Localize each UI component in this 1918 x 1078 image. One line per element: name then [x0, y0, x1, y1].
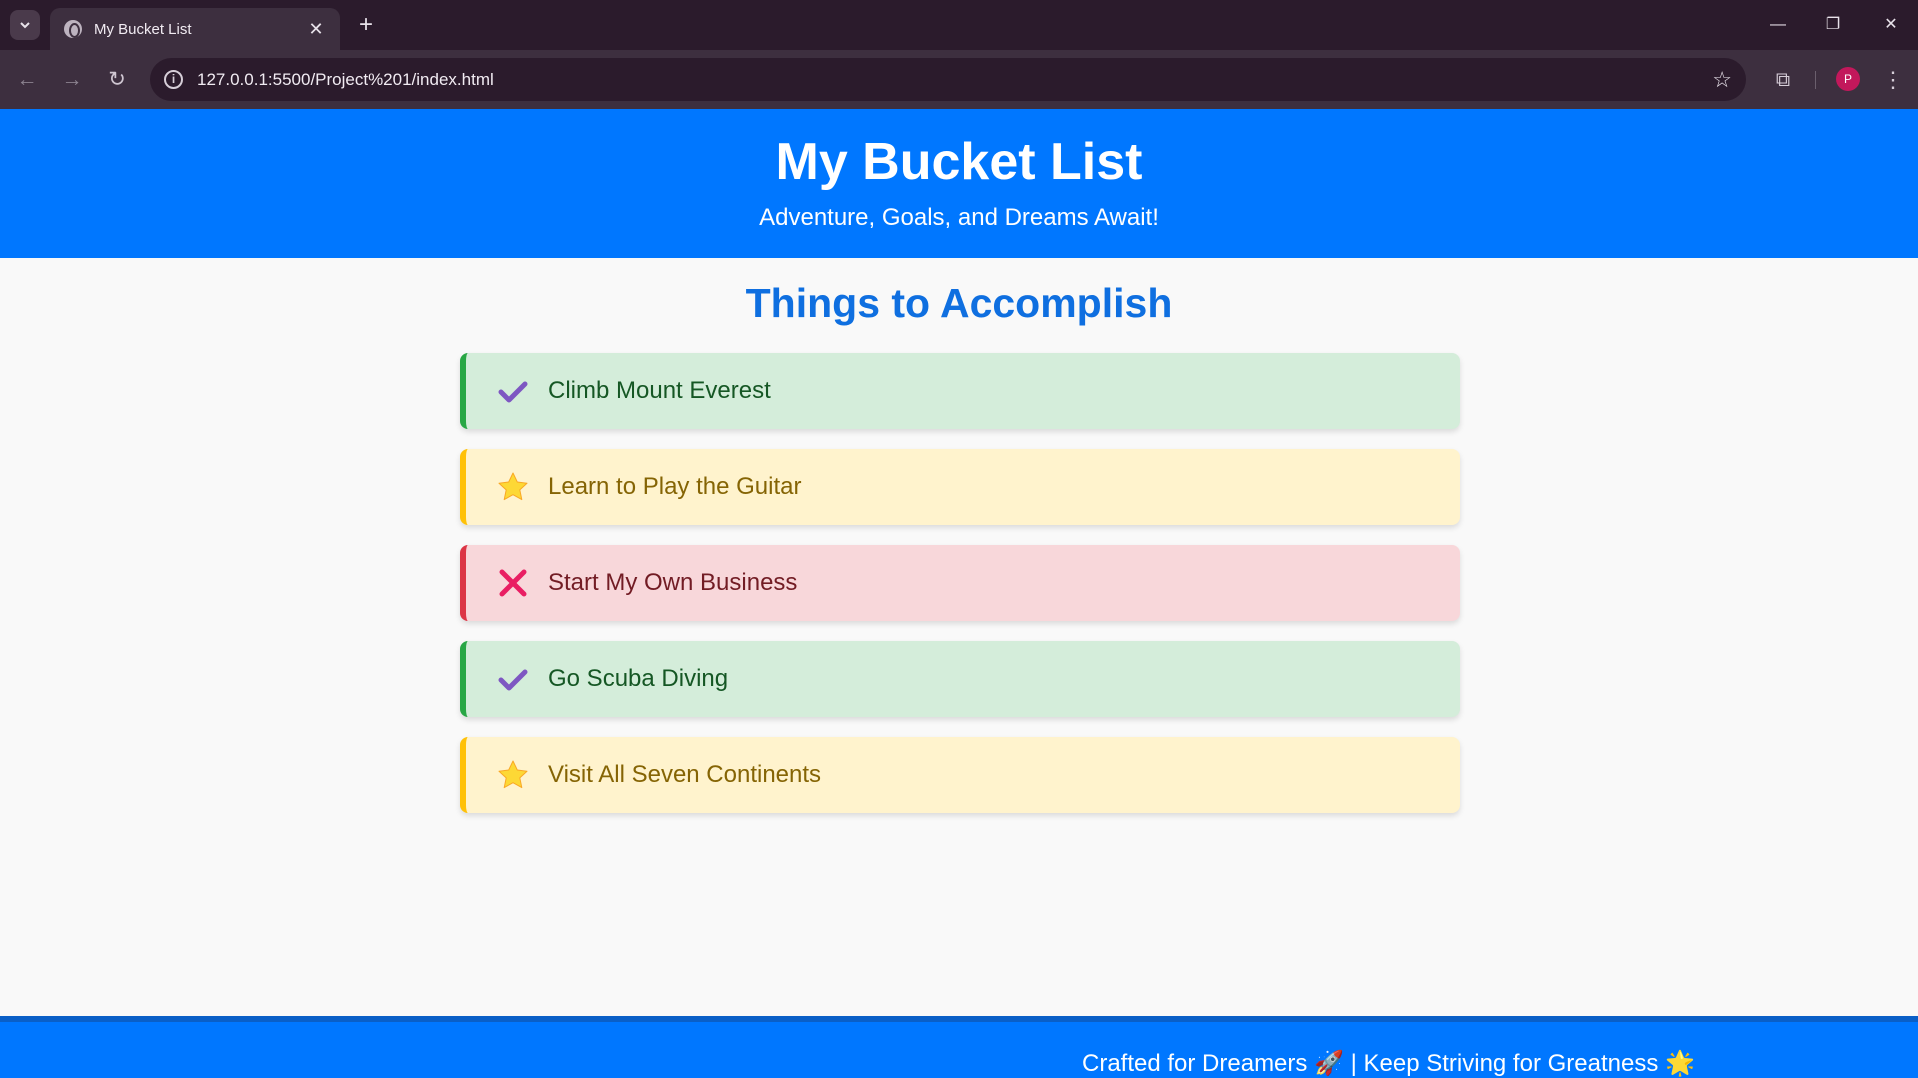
globe-icon — [64, 20, 82, 38]
section-title: Things to Accomplish — [745, 280, 1173, 326]
tab-title: My Bucket List — [94, 20, 192, 38]
window-close-icon[interactable]: ✕ — [1868, 10, 1914, 40]
extensions-puzzle-icon[interactable]: ⧉ — [1766, 63, 1800, 97]
chevron-down-icon — [20, 22, 30, 29]
page-header: My Bucket List Adventure, Goals, and Dre… — [0, 109, 1918, 258]
reload-icon[interactable]: ↻ — [100, 63, 134, 97]
list-item: Go Scuba Diving — [460, 641, 1460, 717]
bookmark-star-icon[interactable]: ☆ — [1712, 67, 1732, 93]
star-icon — [496, 470, 530, 504]
check-icon — [496, 374, 530, 408]
list-item: Visit All Seven Continents — [460, 737, 1460, 813]
list-item-label: Learn to Play the Guitar — [548, 473, 802, 500]
forward-arrow-icon[interactable]: → — [55, 63, 89, 97]
restore-icon[interactable]: ❐ — [1810, 10, 1856, 40]
list-item-label: Go Scuba Diving — [548, 665, 729, 692]
browser-tab[interactable]: My Bucket List ✕ — [50, 8, 340, 50]
list-item: Start My Own Business — [460, 545, 1460, 621]
page-subtitle: Adventure, Goals, and Dreams Await! — [759, 204, 1159, 231]
close-tab-icon[interactable]: ✕ — [306, 19, 326, 40]
profile-avatar[interactable]: P — [1836, 67, 1860, 91]
minimize-icon[interactable]: — — [1755, 10, 1801, 40]
footer-text: Crafted for Dreamers 🚀 | Keep Striving f… — [1082, 1050, 1695, 1077]
url-text[interactable]: 127.0.0.1:5500/Project%201/index.html — [197, 70, 494, 90]
back-arrow-icon[interactable]: ← — [10, 63, 44, 97]
star-icon — [496, 758, 530, 792]
more-menu-icon[interactable]: ⋮ — [1876, 63, 1910, 97]
cross-icon — [496, 566, 530, 600]
address-bar[interactable]: i 127.0.0.1:5500/Project%201/index.html … — [150, 58, 1746, 101]
page-footer: Crafted for Dreamers 🚀 | Keep Striving f… — [0, 1016, 1918, 1078]
toolbar-divider — [1815, 71, 1816, 89]
page-title: My Bucket List — [775, 133, 1143, 191]
list-item-label: Start My Own Business — [548, 569, 798, 596]
check-icon — [496, 662, 530, 696]
site-info-icon[interactable]: i — [164, 70, 183, 89]
new-tab-button[interactable]: + — [352, 11, 380, 39]
list-item-label: Visit All Seven Continents — [548, 761, 822, 788]
browser-toolbar: ← → ↻ i 127.0.0.1:5500/Project%201/index… — [0, 50, 1918, 109]
list-item: Climb Mount Everest — [460, 353, 1460, 429]
browser-tab-bar: My Bucket List ✕ + — ❐ ✕ — [0, 0, 1918, 50]
list-item-label: Climb Mount Everest — [548, 377, 771, 404]
list-item: Learn to Play the Guitar — [460, 449, 1460, 525]
tab-search-button[interactable] — [10, 10, 40, 40]
bucket-list: Climb Mount Everest Learn to Play the Gui… — [460, 353, 1460, 833]
